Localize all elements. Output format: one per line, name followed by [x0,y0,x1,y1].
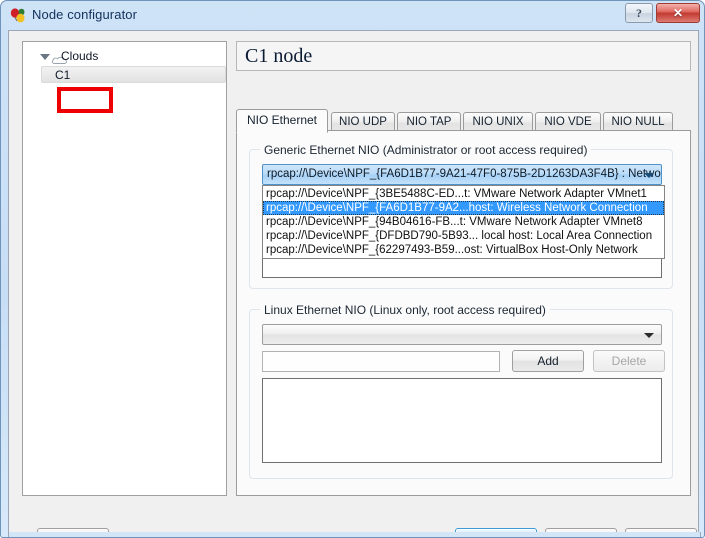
help-button[interactable]: ? [625,3,653,23]
tab-bar: NIO Ethernet NIO UDP NIO TAP NIO UNIX NI… [236,109,691,133]
generic-nio-combobox[interactable]: rpcap://\Device\NPF_{FA6D1B77-9A21-47F0-… [262,164,662,185]
linux-nio-combobox[interactable] [262,324,662,345]
tree-item-c1[interactable]: C1 [41,66,226,83]
dropdown-option-lan[interactable]: rpcap://\Device\NPF_{DFDBD790-5B93... lo… [263,229,664,243]
tree-item-clouds[interactable]: Clouds [23,48,226,65]
tree-item-c1-label: C1 [55,68,71,82]
linux-nio-input[interactable] [262,351,500,372]
page-title: C1 node [236,41,691,71]
close-icon[interactable]: ✕ [656,3,700,23]
node-tree-panel[interactable]: Clouds C1 [22,41,227,496]
tab-widget: NIO Ethernet NIO UDP NIO TAP NIO UNIX NI… [236,82,691,496]
generic-nio-combobox-value: rpcap://\Device\NPF_{FA6D1B77-9A21-47F0-… [267,168,662,180]
balloons-icon [10,8,27,24]
node-configurator-window: Node configurator ? ✕ Clouds C1 C1 node [0,0,705,538]
linux-ethernet-nio-group: Linux Ethernet NIO (Linux only, root acc… [249,303,673,479]
delete-button: Delete [593,350,665,372]
tab-page-nio-ethernet: Generic Ethernet NIO (Administrator or r… [236,130,691,496]
generic-ethernet-nio-group: Generic Ethernet NIO (Administrator or r… [249,143,673,289]
dropdown-option-wireless[interactable]: rpcap://\Device\NPF_{FA6D1B77-9A2...host… [263,201,664,215]
window-title: Node configurator [32,7,138,22]
dropdown-option-vmnet8[interactable]: rpcap://\Device\NPF_{94B04616-FB...t: VM… [263,215,664,229]
dialog-client-area: Clouds C1 C1 node NIO Ethernet NIO UDP N… [8,30,699,537]
title-bar: Node configurator ? ✕ [1,1,704,30]
linux-group-title: Linux Ethernet NIO (Linux only, root acc… [260,303,550,317]
tab-nio-ethernet[interactable]: NIO Ethernet [236,109,328,133]
generic-group-title: Generic Ethernet NIO (Administrator or r… [260,143,592,157]
window-bottom-strip [8,532,701,537]
generic-nio-dropdown-list[interactable]: rpcap://\Device\NPF_{3BE5488C-ED...t: VM… [262,185,665,259]
chevron-down-icon[interactable] [644,173,654,178]
dropdown-option-vbox[interactable]: rpcap://\Device\NPF_{62297493-B59...ost:… [263,243,664,257]
chevron-down-icon[interactable] [644,333,654,338]
tree-item-clouds-label: Clouds [61,49,99,63]
add-button[interactable]: Add [512,350,584,372]
dropdown-option-vmnet1[interactable]: rpcap://\Device\NPF_{3BE5488C-ED...t: VM… [263,187,664,201]
linux-nio-list[interactable] [262,378,662,463]
